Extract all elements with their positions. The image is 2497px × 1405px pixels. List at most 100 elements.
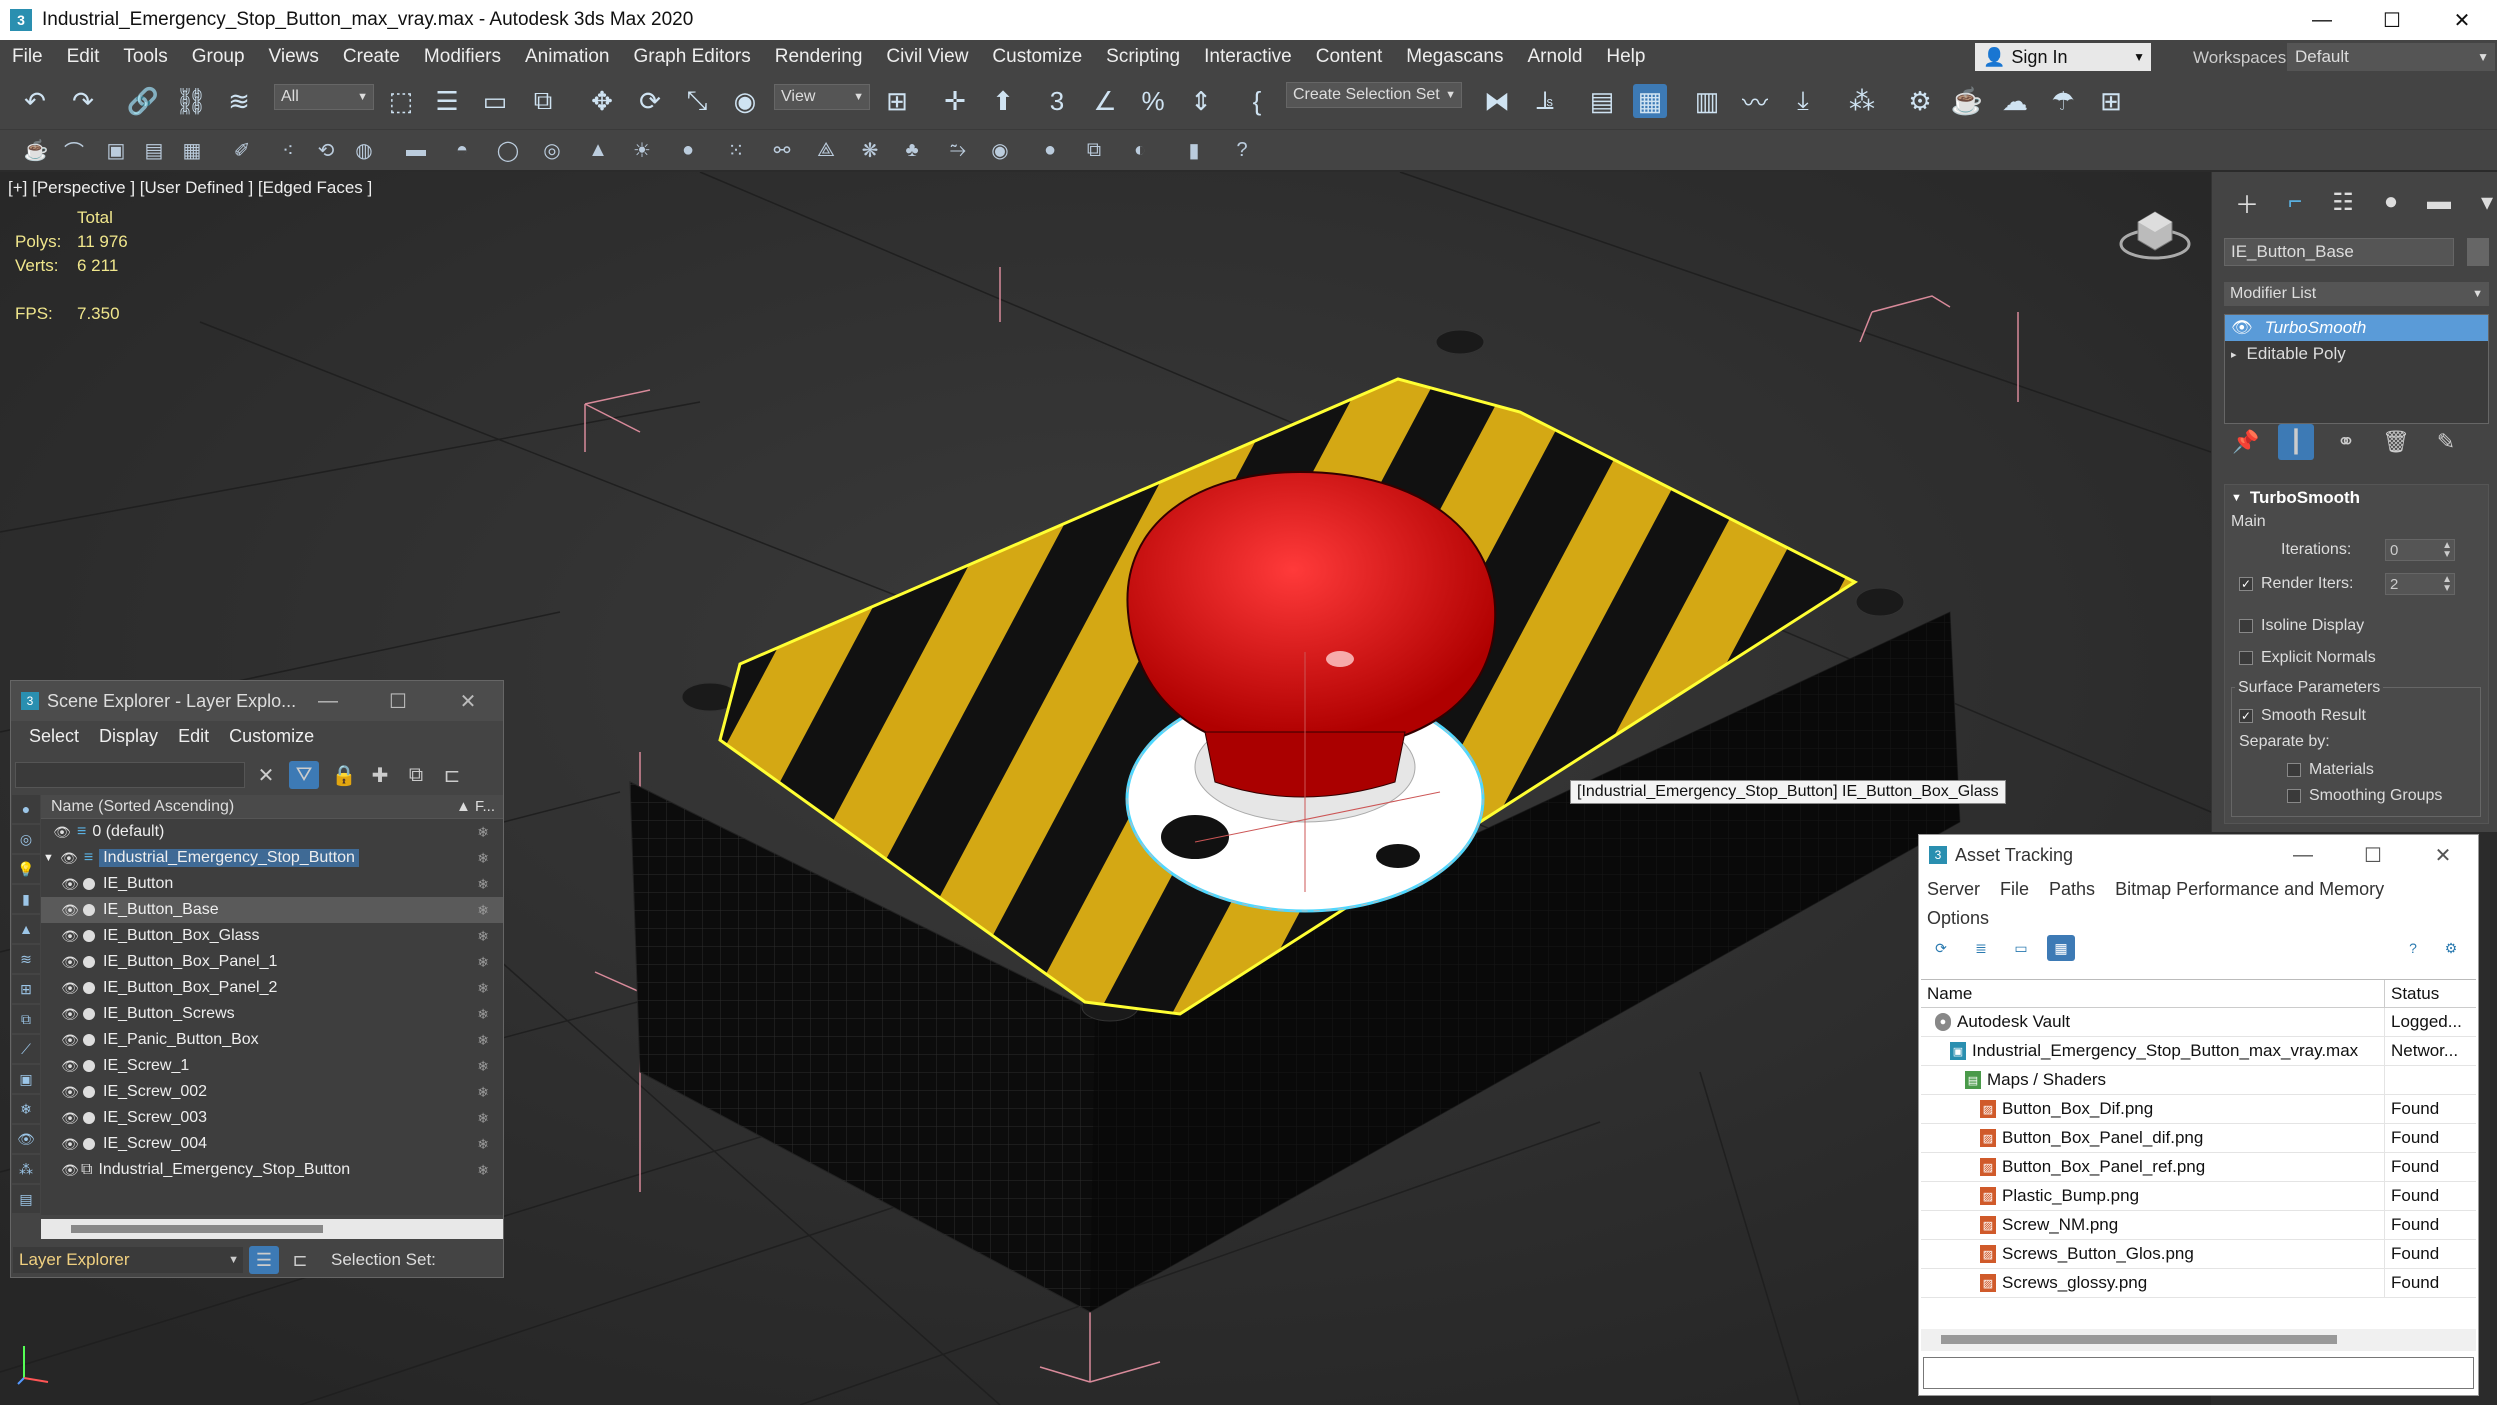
teapot-render-icon[interactable]: ⧉: [1080, 136, 1108, 164]
align-icon[interactable]: ⫡: [1528, 84, 1562, 118]
menu-item-options[interactable]: Options: [1927, 908, 1989, 928]
render-iterative-icon[interactable]: ☂: [2046, 84, 2080, 118]
modify-tab-icon[interactable]: ⌐: [2276, 186, 2314, 218]
teapot-icon[interactable]: ☕: [22, 136, 50, 164]
menu-item-interactive[interactable]: Interactive: [1192, 46, 1304, 68]
menu-item-megascans[interactable]: Megascans: [1394, 46, 1515, 68]
asset-table-row[interactable]: ▨ Button_Box_Dif.png Found: [1921, 1094, 2476, 1124]
scene-tree-row[interactable]: 👁 ⧉ Industrial_Emergency_Stop_Button ❄: [41, 1157, 503, 1183]
remove-modifier-icon[interactable]: 🗑: [2378, 424, 2414, 460]
utilities-tab-icon[interactable]: ▾: [2468, 186, 2497, 218]
menu-item-arnold[interactable]: Arnold: [1515, 46, 1594, 68]
minimize-button[interactable]: —: [2268, 835, 2338, 875]
menu-item-file[interactable]: File: [2000, 879, 2029, 899]
visibility-eye-icon[interactable]: 👁: [61, 876, 79, 893]
create-layer-icon[interactable]: ✚: [365, 761, 395, 789]
layers-icon[interactable]: ☰: [249, 1246, 279, 1274]
visibility-eye-icon[interactable]: 👁: [61, 1136, 79, 1153]
scene-tree-row[interactable]: 👁 IE_Button_Box_Panel_2 ❄: [41, 975, 503, 1001]
checkbox-icon[interactable]: ✓: [2239, 709, 2253, 723]
render-iters-spinner[interactable]: 2 ▲ ▼: [2385, 573, 2455, 595]
asset-table-row[interactable]: ▨ Screw_NM.png Found: [1921, 1210, 2476, 1240]
menu-item-scripting[interactable]: Scripting: [1094, 46, 1192, 68]
object-name-field[interactable]: IE_Button_Base: [2224, 238, 2454, 266]
render-setup-icon[interactable]: ⚙: [1903, 84, 1937, 118]
clear-search-icon[interactable]: ✕: [251, 761, 281, 789]
display-tab-icon[interactable]: ▬: [2420, 186, 2458, 218]
menu-item-customize[interactable]: Customize: [219, 726, 324, 747]
brush-icon[interactable]: ✐: [228, 136, 256, 164]
minimize-button[interactable]: —: [2287, 0, 2357, 40]
edit-named-selection-icon[interactable]: {: [1240, 84, 1274, 118]
move-icon[interactable]: ✥: [585, 84, 619, 118]
scene-tree-scrollbar[interactable]: [41, 1219, 503, 1239]
freeze-icon[interactable]: ❄: [477, 1006, 489, 1023]
asset-table-row[interactable]: ▨ Screws_Button_Glos.png Found: [1921, 1239, 2476, 1269]
make-unique-icon[interactable]: ⚭: [2328, 424, 2364, 460]
geometry-filter-icon[interactable]: ●: [12, 795, 40, 823]
checkbox-icon[interactable]: ✓: [2239, 577, 2253, 591]
isoline-display-checkbox[interactable]: Isoline Display: [2239, 617, 2364, 635]
shapes-icon[interactable]: ⌒: [60, 136, 88, 164]
viewport-label[interactable]: [+] [Perspective ] [User Defined ] [Edge…: [8, 178, 372, 198]
menu-item-views[interactable]: Views: [257, 46, 331, 68]
freeze-icon[interactable]: ❄: [477, 876, 489, 893]
spacewarp-filter-icon[interactable]: ≋: [12, 945, 40, 973]
menu-item-server[interactable]: Server: [1927, 879, 1980, 899]
stack-item-turbosmooth[interactable]: 👁 TurboSmooth: [2225, 315, 2488, 341]
maximize-button[interactable]: ☐: [2357, 0, 2427, 40]
menu-item-content[interactable]: Content: [1304, 46, 1395, 68]
menu-item-create[interactable]: Create: [331, 46, 412, 68]
close-button[interactable]: ✕: [2408, 835, 2478, 875]
menu-item-rendering[interactable]: Rendering: [763, 46, 875, 68]
configure-modifier-sets-icon[interactable]: ✎: [2428, 424, 2464, 460]
menu-item-modifiers[interactable]: Modifiers: [412, 46, 513, 68]
scene-tree-row[interactable]: 👁 IE_Button_Box_Panel_1 ❄: [41, 949, 503, 975]
cone-icon[interactable]: ▲: [584, 136, 612, 164]
menu-item-graph-editors[interactable]: Graph Editors: [622, 46, 763, 68]
percent-snap-icon[interactable]: %: [1136, 84, 1170, 118]
asset-table-row[interactable]: ▣ Industrial_Emergency_Stop_Button_max_vr…: [1921, 1036, 2476, 1066]
container-filter-icon[interactable]: ▣: [12, 1065, 40, 1093]
scene-tree-header[interactable]: Name (Sorted Ascending) ▲ F...: [41, 795, 503, 819]
scene-tree-row[interactable]: 👁 IE_Button_Screws ❄: [41, 1001, 503, 1027]
scrollbar-thumb[interactable]: [1941, 1335, 2337, 1344]
rotate-hold-icon[interactable]: ⟲: [312, 136, 340, 164]
menu-item-civil-view[interactable]: Civil View: [874, 46, 980, 68]
pivot-center-icon[interactable]: ⊞: [880, 84, 914, 118]
grid-icon[interactable]: ▦: [178, 136, 206, 164]
visibility-eye-icon[interactable]: 👁: [61, 1058, 79, 1075]
container-icon[interactable]: ▣: [102, 136, 130, 164]
sphere-icon[interactable]: ◯: [494, 136, 522, 164]
menu-item-select[interactable]: Select: [19, 726, 89, 747]
layer-explorer-toggle-icon[interactable]: ▦: [1633, 84, 1667, 118]
menu-item-bitmap-performance-and-memory[interactable]: Bitmap Performance and Memory: [2115, 879, 2384, 899]
create-tab-icon[interactable]: ＋: [2228, 186, 2266, 219]
mirror-icon[interactable]: ⧓: [1480, 84, 1514, 118]
particles-icon[interactable]: ⁙: [722, 136, 750, 164]
scene-tree-row[interactable]: 👁 IE_Button ❄: [41, 871, 503, 897]
scale-icon[interactable]: ⤡: [680, 84, 714, 118]
asset-table-row[interactable]: ▤ Maps / Shaders: [1921, 1065, 2476, 1095]
scene-tree-row[interactable]: 👁 IE_Button_Base ❄: [41, 897, 503, 923]
scene-tree-row[interactable]: 👁 IE_Button_Box_Glass ❄: [41, 923, 503, 949]
freeze-icon[interactable]: ❄: [477, 954, 489, 971]
doc-icon[interactable]: ▤: [140, 136, 168, 164]
minimize-button[interactable]: —: [293, 681, 363, 721]
lock-icon[interactable]: 🔒: [329, 761, 359, 789]
light-filter-icon[interactable]: 💡: [12, 855, 40, 883]
visibility-eye-icon[interactable]: 👁: [61, 1032, 79, 1049]
group-paint-icon[interactable]: ◍: [350, 136, 378, 164]
freeze-icon[interactable]: ❄: [477, 980, 489, 997]
hair-icon[interactable]: ⥲: [944, 136, 972, 164]
camera-filter-icon[interactable]: ▮: [12, 885, 40, 913]
shape-filter-icon[interactable]: ◎: [12, 825, 40, 853]
object-color-swatch[interactable]: [2467, 238, 2489, 266]
visibility-eye-icon[interactable]: 👁: [61, 1084, 79, 1101]
light-bulb-icon[interactable]: ●: [674, 136, 702, 164]
visibility-eye-icon[interactable]: 👁: [61, 1006, 79, 1023]
sphere-half-icon[interactable]: ◓: [448, 136, 476, 164]
rectangular-selection-icon[interactable]: ▭: [478, 84, 512, 118]
freeze-icon[interactable]: ❄: [477, 902, 489, 919]
table-view-icon[interactable]: ▦: [2047, 935, 2075, 961]
